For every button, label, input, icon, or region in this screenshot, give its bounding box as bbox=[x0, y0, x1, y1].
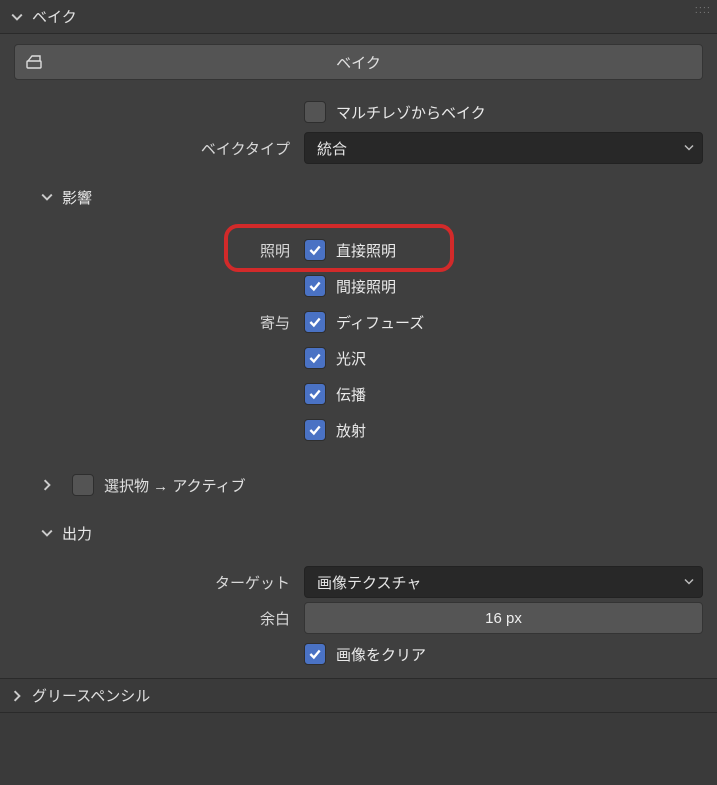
influence-title: 影響 bbox=[62, 187, 92, 208]
margin-label: 余白 bbox=[14, 608, 304, 629]
chevron-right-icon bbox=[40, 478, 54, 492]
emit-row: 放射 bbox=[14, 412, 703, 448]
margin-value: 16 px bbox=[485, 610, 522, 627]
selected-to-active-checkbox[interactable] bbox=[72, 474, 94, 496]
multires-row: マルチレゾからベイク bbox=[14, 94, 703, 130]
output-header[interactable]: 出力 bbox=[14, 512, 703, 554]
indirect-lighting-label: 間接照明 bbox=[336, 276, 396, 297]
direct-lighting-row: 照明 直接照明 bbox=[14, 232, 703, 268]
indirect-lighting-row: 間接照明 bbox=[14, 268, 703, 304]
multires-label: マルチレゾからベイク bbox=[336, 102, 486, 123]
clear-image-checkbox[interactable] bbox=[304, 643, 326, 665]
glossy-checkbox[interactable] bbox=[304, 347, 326, 369]
bake-type-value: 統合 bbox=[317, 138, 347, 159]
indirect-lighting-checkbox[interactable] bbox=[304, 275, 326, 297]
multires-checkbox[interactable] bbox=[304, 101, 326, 123]
direct-lighting-checkbox[interactable] bbox=[304, 239, 326, 261]
bake-button[interactable]: ベイク bbox=[14, 44, 703, 80]
bake-type-row: ベイクタイプ 統合 bbox=[14, 130, 703, 166]
drag-grip-icon[interactable]: :::: bbox=[695, 4, 711, 16]
chevron-right-icon bbox=[10, 689, 24, 703]
target-label: ターゲット bbox=[14, 572, 304, 593]
output-title: 出力 bbox=[62, 523, 92, 544]
chevron-down-icon bbox=[684, 140, 694, 157]
margin-field[interactable]: 16 px bbox=[304, 602, 703, 634]
contributions-label: 寄与 bbox=[14, 312, 304, 333]
emit-label: 放射 bbox=[336, 420, 366, 441]
transmission-label: 伝播 bbox=[336, 384, 366, 405]
grease-pencil-header[interactable]: グリースペンシル bbox=[0, 678, 717, 713]
chevron-down-icon bbox=[684, 574, 694, 591]
clear-image-row: 画像をクリア bbox=[14, 636, 703, 672]
target-value: 画像テクスチャ bbox=[317, 572, 421, 593]
panel-title: ベイク bbox=[32, 6, 77, 27]
glossy-label: 光沢 bbox=[336, 348, 366, 369]
bake-type-label: ベイクタイプ bbox=[14, 138, 304, 159]
diffuse-row: 寄与 ディフューズ bbox=[14, 304, 703, 340]
bake-type-dropdown[interactable]: 統合 bbox=[304, 132, 703, 164]
chevron-down-icon bbox=[40, 190, 54, 204]
clear-image-label: 画像をクリア bbox=[336, 644, 426, 665]
transmission-checkbox[interactable] bbox=[304, 383, 326, 405]
direct-lighting-label: 直接照明 bbox=[336, 240, 396, 261]
emit-checkbox[interactable] bbox=[304, 419, 326, 441]
lighting-label: 照明 bbox=[14, 240, 304, 261]
chevron-down-icon bbox=[40, 526, 54, 540]
diffuse-label: ディフューズ bbox=[336, 312, 424, 333]
chevron-down-icon bbox=[10, 10, 24, 24]
selected-to-active-label: 選択物 → アクティブ bbox=[104, 475, 246, 496]
transmission-row: 伝播 bbox=[14, 376, 703, 412]
influence-header[interactable]: 影響 bbox=[14, 176, 703, 218]
selected-to-active-header[interactable]: 選択物 → アクティブ bbox=[14, 464, 703, 506]
glossy-row: 光沢 bbox=[14, 340, 703, 376]
margin-row: 余白 16 px bbox=[14, 600, 703, 636]
grease-pencil-title: グリースペンシル bbox=[32, 685, 150, 706]
diffuse-checkbox[interactable] bbox=[304, 311, 326, 333]
panel-header[interactable]: ベイク :::: bbox=[0, 0, 717, 34]
target-dropdown[interactable]: 画像テクスチャ bbox=[304, 566, 703, 598]
target-row: ターゲット 画像テクスチャ bbox=[14, 564, 703, 600]
bake-button-label: ベイク bbox=[15, 52, 702, 73]
